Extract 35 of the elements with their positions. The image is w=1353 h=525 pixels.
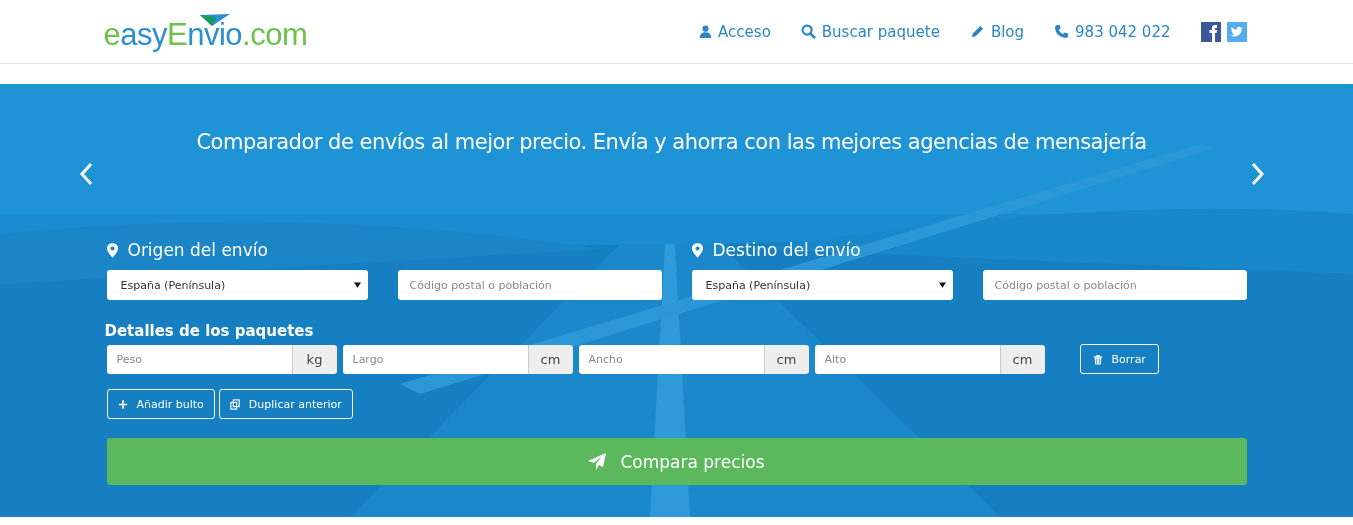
postcode-field[interactable]: Código postal o población: [982, 270, 1247, 300]
nav-link[interactable]: Acceso: [699, 22, 771, 41]
caret-icon: [938, 282, 946, 288]
dimension-field[interactable]: Alto: [814, 344, 1000, 374]
phone-icon: [1054, 24, 1070, 39]
paper-plane-icon: [588, 453, 607, 470]
compare-prices-button[interactable]: Compara precios: [106, 438, 1247, 485]
nav-link[interactable]: Blog: [969, 22, 1025, 41]
twitter-icon[interactable]: [1226, 21, 1247, 42]
section-heading: Destino del envío: [712, 240, 861, 260]
carousel-headline: Comparador de envíos al mejor precio. Envía y ahorra con las mejores agencias de mensajería: [195, 129, 1148, 154]
user-icon: [699, 24, 713, 39]
nav-link[interactable]: 983 042 022: [1054, 22, 1171, 41]
section-heading: Detalles de los paquetes: [104, 322, 315, 340]
location-pin-icon: [691, 242, 703, 258]
section-heading: Origen del envío: [127, 240, 268, 260]
logo[interactable]: easyEnvio.com: [103, 11, 308, 52]
country-select[interactable]: España (Península): [691, 270, 953, 300]
duplicate-button[interactable]: Duplicar anterior: [218, 389, 353, 419]
search-icon: [800, 24, 816, 39]
delete-button[interactable]: Borrar: [1079, 344, 1159, 374]
postcode-field[interactable]: Código postal o población: [397, 270, 662, 300]
trash-icon: [1092, 353, 1103, 365]
dimension-field[interactable]: Peso: [106, 344, 292, 374]
nav-link[interactable]: Buscar paquete: [800, 22, 940, 41]
facebook-icon[interactable]: [1200, 21, 1221, 42]
location-pin-icon: [106, 242, 118, 258]
add-package-button[interactable]: Añadir bulto: [106, 389, 215, 419]
dimension-field[interactable]: Largo: [342, 344, 528, 374]
country-select[interactable]: España (Península): [106, 270, 368, 300]
copy-icon: [229, 398, 240, 410]
pencil-icon: [969, 24, 985, 39]
dimension-field[interactable]: Ancho: [578, 344, 764, 374]
plus-icon: [117, 398, 128, 410]
caret-icon: [353, 282, 361, 288]
